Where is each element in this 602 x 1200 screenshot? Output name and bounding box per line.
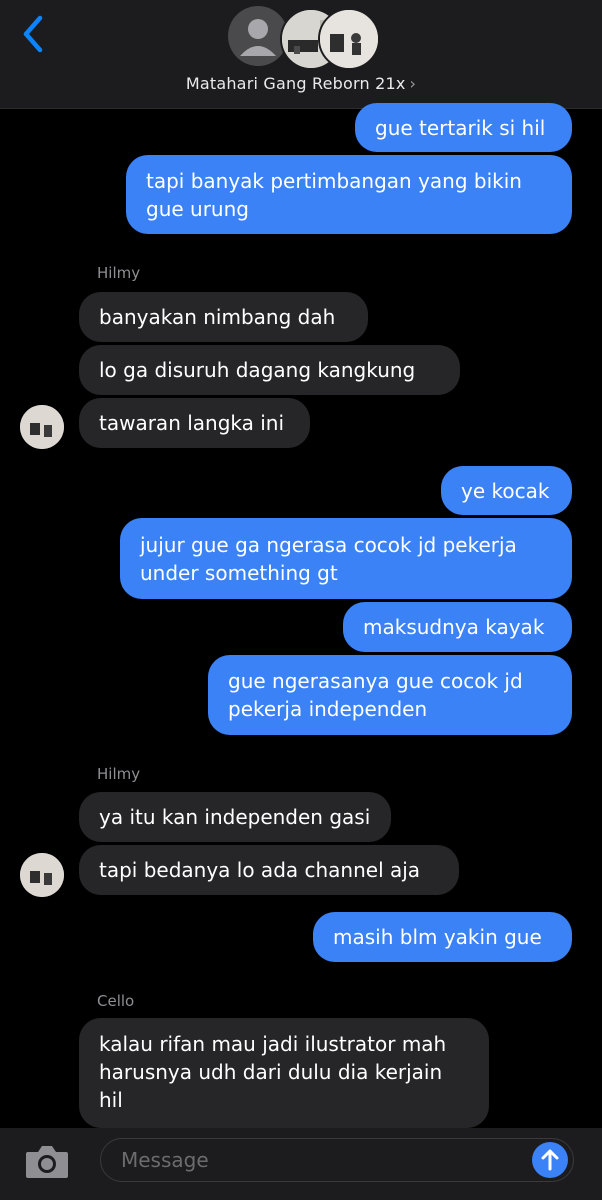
message-bubble-sent[interactable]: gue ngerasanya gue cocok jd pekerja inde… (208, 655, 572, 735)
message-bubble-sent[interactable]: maksudnya kayak (343, 602, 572, 652)
member-avatar-photo (318, 8, 380, 70)
message-bubble-sent[interactable]: tapi banyak pertimbangan yang bikin gue … (126, 155, 572, 234)
camera-icon[interactable] (24, 1142, 70, 1180)
message-input[interactable]: Message (100, 1138, 574, 1182)
group-name[interactable]: Matahari Gang Reborn 21x › (0, 74, 602, 93)
message-bubble-received[interactable]: lo ga disuruh dagang kangkung (79, 345, 460, 395)
message-bubble-sent[interactable]: ye kocak (441, 466, 572, 515)
message-bubble-received[interactable]: kalau rifan mau jadi ilustrator mah haru… (79, 1018, 489, 1128)
message-placeholder: Message (121, 1148, 209, 1172)
conversation-header: Matahari Gang Reborn 21x › (0, 0, 602, 109)
send-arrow-icon (541, 1149, 559, 1171)
sender-name: Hilmy (97, 765, 141, 783)
sender-name: Hilmy (97, 264, 141, 282)
message-bubble-sent[interactable]: masih blm yakin gue (313, 912, 572, 962)
message-bubble-sent[interactable]: gue tertarik si hil (355, 103, 572, 152)
group-avatars[interactable] (228, 6, 380, 70)
sender-avatar[interactable] (20, 405, 64, 449)
send-button[interactable] (532, 1142, 568, 1178)
chevron-right-icon: › (409, 74, 417, 93)
message-bubble-received[interactable]: tapi bedanya lo ada channel aja (79, 845, 459, 895)
sender-avatar[interactable] (20, 853, 64, 897)
default-avatar-icon (228, 6, 288, 66)
message-bubble-sent[interactable]: jujur gue ga ngerasa cocok jd pekerja un… (120, 518, 572, 599)
message-composer: Message (0, 1128, 602, 1200)
back-chevron-icon[interactable] (20, 14, 50, 54)
message-bubble-received[interactable]: tawaran langka ini (79, 398, 310, 448)
sender-name: Cello (97, 992, 135, 1010)
message-bubble-received[interactable]: ya itu kan independen gasi (79, 792, 391, 842)
message-bubble-received[interactable]: banyakan nimbang dah (79, 292, 368, 342)
